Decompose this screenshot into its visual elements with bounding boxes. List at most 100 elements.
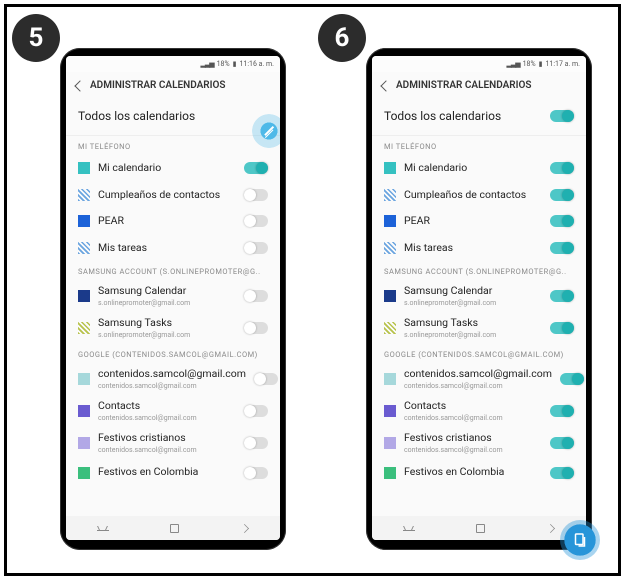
battery-percent: 18%	[217, 60, 230, 68]
calendar-label: Contactscontenidos.samcol@gmail.com	[98, 400, 236, 422]
calendar-color-swatch	[78, 405, 90, 417]
section-title: SAMSUNG ACCOUNT (S.ONLINEPROMOTER@G..	[372, 261, 586, 280]
calendar-sub: contenidos.samcol@gmail.com	[98, 382, 246, 390]
calendar-row[interactable]: Samsung Calendars.onlinepromoter@gmail.c…	[66, 280, 280, 312]
calendar-sub: s.onlinepromoter@gmail.com	[404, 299, 542, 307]
battery-icon: ▮	[539, 60, 543, 68]
section-title: GOOGLE (CONTENIDOS.SAMCOL@GMAIL.COM)	[66, 344, 280, 363]
back-nav-icon[interactable]	[546, 524, 555, 533]
section-title: GOOGLE (CONTENIDOS.SAMCOL@GMAIL.COM)	[372, 344, 586, 363]
calendar-toggle[interactable]	[244, 467, 268, 479]
calendar-label: Festivos en Colombia	[404, 466, 542, 479]
calendar-color-swatch	[384, 189, 396, 201]
recents-icon[interactable]	[403, 525, 415, 531]
calendar-row[interactable]: Mis tareas	[372, 235, 586, 262]
android-nav-bar	[66, 516, 280, 540]
calendar-color-swatch	[384, 215, 396, 227]
calendar-row[interactable]: Festivos cristianoscontenidos.samcol@gma…	[372, 427, 586, 459]
calendar-row[interactable]: Mi calendario	[66, 155, 280, 182]
calendar-color-swatch	[78, 189, 90, 201]
calendar-toggle[interactable]	[550, 405, 574, 417]
section-title: MI TELÉFONO	[372, 136, 586, 155]
all-calendars-row[interactable]: Todos los calendarios	[66, 99, 280, 136]
calendar-row[interactable]: Samsung Taskss.onlinepromoter@gmail.com	[66, 312, 280, 344]
calendar-row[interactable]: Contactscontenidos.samcol@gmail.com	[66, 395, 280, 427]
calendar-toggle[interactable]	[550, 290, 574, 302]
calendar-toggle[interactable]	[244, 242, 268, 254]
home-icon[interactable]	[170, 524, 179, 533]
calendar-color-swatch	[78, 322, 90, 334]
back-icon[interactable]	[380, 80, 391, 91]
all-calendars-label: Todos los calendarios	[384, 109, 501, 123]
calendar-toggle[interactable]	[550, 322, 574, 334]
calendar-label: contenidos.samcol@gmail.comcontenidos.sa…	[98, 368, 246, 390]
calendar-toggle[interactable]	[550, 162, 574, 174]
calendar-label: Festivos en Colombia	[98, 466, 236, 479]
status-bar: ▂▃▅ 18% ▮ 11:17 a. m.	[372, 56, 586, 72]
calendar-color-swatch	[78, 373, 90, 385]
header-title: ADMINISTRAR CALENDARIOS	[90, 80, 226, 91]
all-calendars-toggle[interactable]	[550, 110, 574, 122]
step-badge-5: 5	[12, 14, 60, 62]
all-calendars-label: Todos los calendarios	[78, 109, 195, 123]
calendar-label: Samsung Taskss.onlinepromoter@gmail.com	[404, 317, 542, 339]
recents-icon[interactable]	[97, 525, 109, 531]
calendar-color-swatch	[384, 437, 396, 449]
back-icon[interactable]	[74, 80, 85, 91]
calendar-row[interactable]: Cumpleaños de contactos	[66, 182, 280, 209]
calendar-toggle[interactable]	[244, 437, 268, 449]
calendar-toggle[interactable]	[244, 162, 268, 174]
calendar-toggle[interactable]	[254, 373, 278, 385]
section-title: MI TELÉFONO	[66, 136, 280, 155]
calendar-sub: contenidos.samcol@gmail.com	[404, 382, 552, 390]
calendar-toggle[interactable]	[550, 189, 574, 201]
calendar-row[interactable]: Festivos en Colombia	[372, 459, 586, 486]
all-calendars-row[interactable]: Todos los calendarios	[372, 99, 586, 136]
home-icon[interactable]	[476, 524, 485, 533]
calendar-list: MI TELÉFONO Mi calendario Cumpleaños de co…	[66, 136, 280, 516]
calendar-label: PEAR	[98, 215, 236, 228]
calendar-label: Samsung Calendars.onlinepromoter@gmail.c…	[404, 285, 542, 307]
calendar-color-swatch	[384, 467, 396, 479]
calendar-row[interactable]: contenidos.samcol@gmail.comcontenidos.sa…	[372, 363, 586, 395]
calendar-toggle[interactable]	[244, 189, 268, 201]
app-header: ADMINISTRAR CALENDARIOS	[372, 72, 586, 99]
calendar-row[interactable]: contenidos.samcol@gmail.comcontenidos.sa…	[66, 363, 280, 395]
signal-icon: ▂▃▅	[506, 60, 519, 68]
calendar-row[interactable]: Cumpleaños de contactos	[372, 182, 586, 209]
status-time: 11:16 a. m.	[239, 60, 274, 68]
calendar-toggle[interactable]	[244, 405, 268, 417]
calendar-sub: s.onlinepromoter@gmail.com	[98, 331, 236, 339]
calendar-toggle[interactable]	[560, 373, 584, 385]
calendar-sub: s.onlinepromoter@gmail.com	[98, 299, 236, 307]
calendar-toggle[interactable]	[550, 215, 574, 227]
calendar-toggle[interactable]	[244, 290, 268, 302]
calendar-sub: contenidos.samcol@gmail.com	[404, 414, 542, 422]
calendar-sub: contenidos.samcol@gmail.com	[98, 414, 236, 422]
header-title: ADMINISTRAR CALENDARIOS	[396, 80, 532, 91]
calendar-row[interactable]: Festivos cristianoscontenidos.samcol@gma…	[66, 427, 280, 459]
phone-screen: ▂▃▅ 18% ▮ 11:17 a. m. ADMINISTRAR CALEND…	[372, 56, 586, 540]
calendar-label: Mi calendario	[98, 162, 236, 175]
calendar-color-swatch	[78, 467, 90, 479]
calendar-row[interactable]: Samsung Calendars.onlinepromoter@gmail.c…	[372, 280, 586, 312]
calendar-row[interactable]: Contactscontenidos.samcol@gmail.com	[372, 395, 586, 427]
calendar-toggle[interactable]	[244, 215, 268, 227]
app-header: ADMINISTRAR CALENDARIOS	[66, 72, 280, 99]
calendar-row[interactable]: Samsung Taskss.onlinepromoter@gmail.com	[372, 312, 586, 344]
calendar-toggle[interactable]	[550, 467, 574, 479]
calendar-row[interactable]: Festivos en Colombia	[66, 459, 280, 486]
calendar-color-swatch	[384, 242, 396, 254]
calendar-sub: s.onlinepromoter@gmail.com	[404, 331, 542, 339]
calendar-row[interactable]: PEAR	[66, 208, 280, 235]
calendar-toggle[interactable]	[244, 322, 268, 334]
calendar-toggle[interactable]	[550, 437, 574, 449]
calendar-row[interactable]: Mi calendario	[372, 155, 586, 182]
calendar-sub: contenidos.samcol@gmail.com	[404, 446, 542, 454]
back-nav-icon[interactable]	[240, 524, 249, 533]
phone-mock-6: ▂▃▅ 18% ▮ 11:17 a. m. ADMINISTRAR CALEND…	[366, 48, 592, 550]
calendar-toggle[interactable]	[550, 242, 574, 254]
android-nav-bar	[372, 516, 586, 540]
calendar-row[interactable]: Mis tareas	[66, 235, 280, 262]
calendar-row[interactable]: PEAR	[372, 208, 586, 235]
